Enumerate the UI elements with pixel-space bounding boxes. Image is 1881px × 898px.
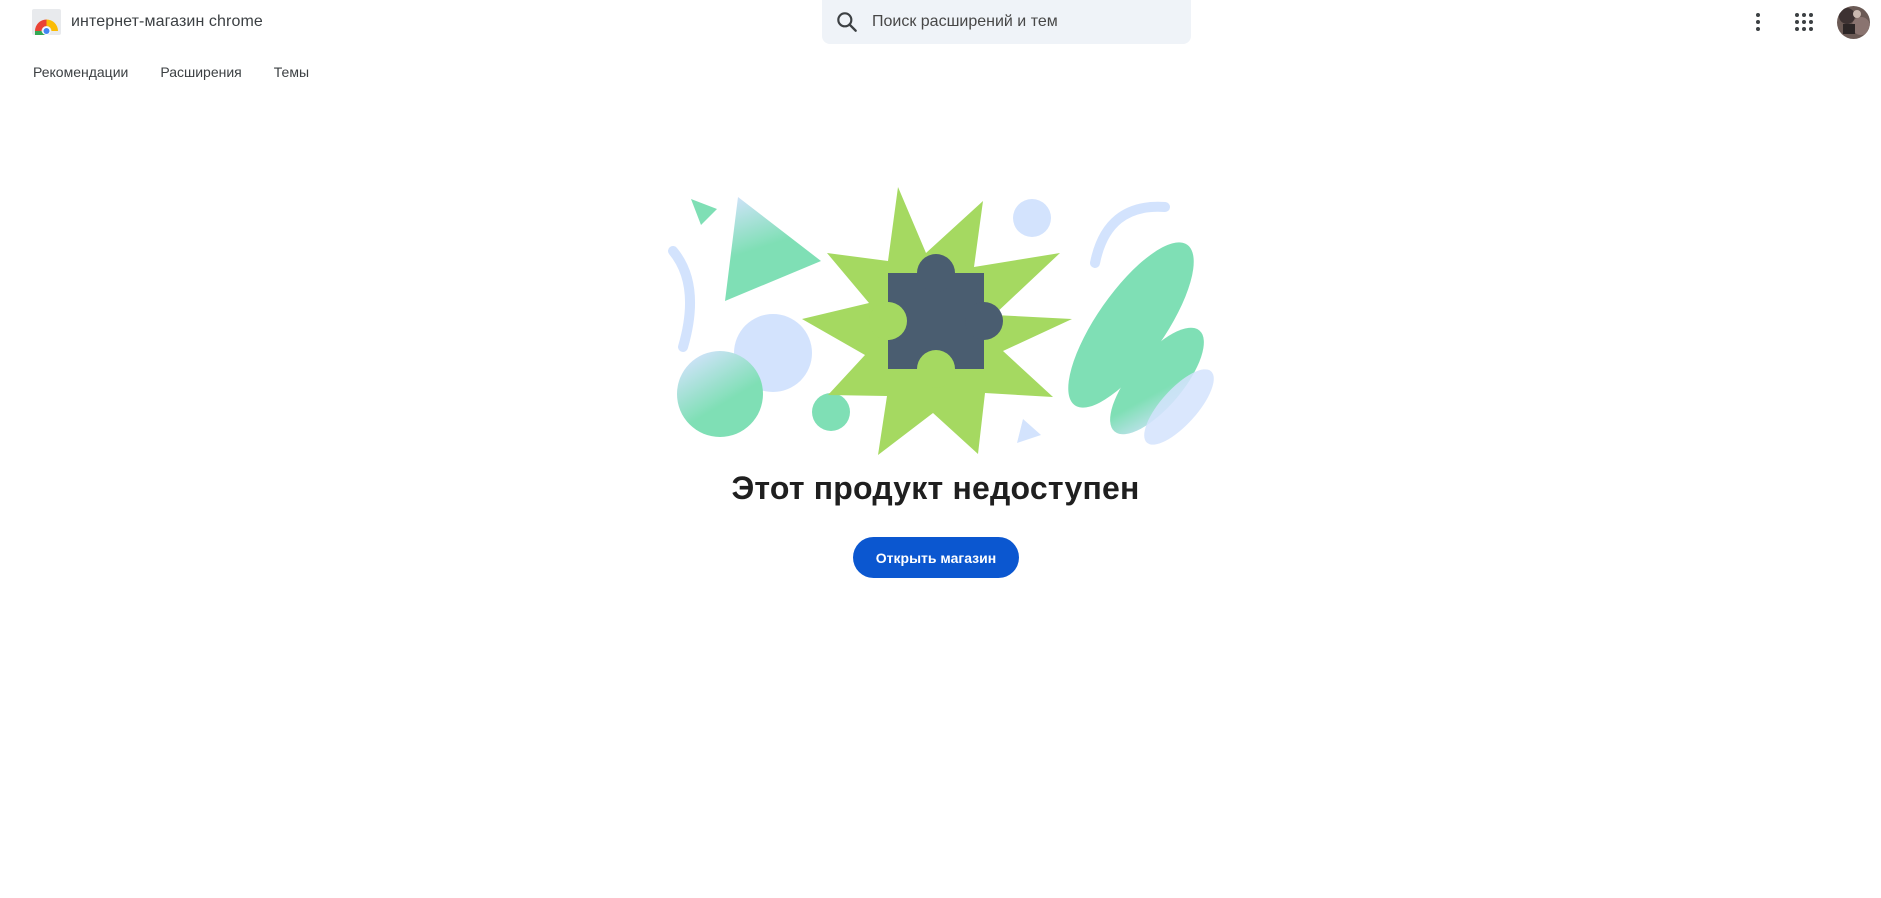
nav-item-extensions[interactable]: Расширения	[160, 62, 241, 82]
nav-item-recommendations[interactable]: Рекомендации	[33, 62, 128, 82]
more-vert-icon	[1756, 13, 1760, 31]
main-nav: Рекомендации Расширения Темы	[33, 62, 309, 82]
search-icon[interactable]	[834, 9, 860, 35]
nav-item-themes[interactable]: Темы	[274, 62, 309, 82]
small-blue-circle	[1013, 199, 1051, 237]
gradient-triangle-shape	[725, 197, 821, 301]
puzzle-piece-shape	[869, 254, 1003, 388]
more-options-button[interactable]	[1742, 6, 1774, 38]
store-logo-link[interactable]: интернет-магазин chrome	[32, 9, 263, 35]
search-box[interactable]	[822, 0, 1191, 44]
chrome-web-store-icon	[32, 9, 61, 35]
unavailable-message: Этот продукт недоступен	[731, 470, 1140, 506]
user-avatar[interactable]	[1837, 6, 1870, 39]
search-input[interactable]	[872, 0, 1172, 44]
small-triangle-shape	[691, 199, 717, 225]
apps-grid-icon	[1795, 13, 1813, 31]
top-bar: интернет-магазин chrome	[0, 0, 1881, 44]
gradient-circle	[677, 351, 763, 437]
left-arc-shape	[668, 246, 696, 352]
small-green-circle	[812, 393, 850, 431]
google-apps-button[interactable]	[1788, 6, 1820, 38]
small-blue-triangle	[1017, 419, 1041, 443]
avatar-image	[1837, 6, 1870, 39]
store-title: интернет-магазин chrome	[71, 13, 263, 30]
puzzle-piece-illustration	[668, 187, 1214, 455]
open-store-button[interactable]: Открыть магазин	[853, 537, 1019, 578]
